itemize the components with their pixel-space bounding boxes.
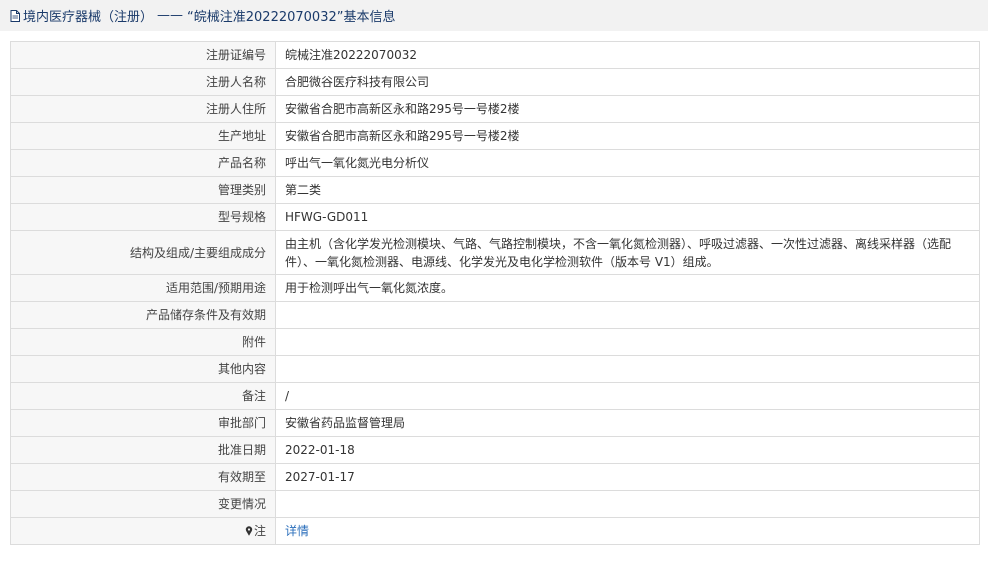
table-row: 有效期至 2027-01-17 [10,463,980,491]
row-label: 其他内容 [10,355,276,383]
title-separator: —— [157,8,184,23]
table-row: 注册证编号 皖械注准20222070032 [10,41,980,69]
table-row: 产品储存条件及有效期 [10,301,980,329]
table-row: 结构及组成/主要组成成分 由主机（含化学发光检测模块、气路、气路控制模块，不含一氧… [10,230,980,275]
row-value: 2022-01-18 [275,436,980,464]
row-label: 适用范围/预期用途 [10,274,276,302]
row-label: 审批部门 [10,409,276,437]
record-title: “皖械注准20222070032”基本信息 [187,10,396,25]
note-value-cell: 详情 [275,517,980,545]
row-value [275,355,980,383]
row-value: 用于检测呼出气一氧化氮浓度。 [275,274,980,302]
note-label-cell: 注 [10,517,276,545]
table-row: 适用范围/预期用途 用于检测呼出气一氧化氮浓度。 [10,274,980,302]
table-row: 注册人住所 安徽省合肥市高新区永和路295号一号楼2楼 [10,95,980,123]
table-row: 审批部门 安徽省药品监督管理局 [10,409,980,437]
table-row: 型号规格 HFWG-GD011 [10,203,980,231]
row-value: 由主机（含化学发光检测模块、气路、气路控制模块，不含一氧化氮检测器）、呼吸过滤器… [275,230,980,275]
info-table: 注册证编号 皖械注准20222070032 注册人名称 合肥微谷医疗科技有限公司 注… [10,41,980,545]
row-label: 产品储存条件及有效期 [10,301,276,329]
table-row: 变更情况 [10,490,980,518]
row-value: 安徽省药品监督管理局 [275,409,980,437]
row-value: 安徽省合肥市高新区永和路295号一号楼2楼 [275,122,980,150]
row-value [275,328,980,356]
row-value: / [275,382,980,410]
row-label: 产品名称 [10,149,276,177]
table-row: 批准日期 2022-01-18 [10,436,980,464]
row-label: 注册人住所 [10,95,276,123]
info-table-container: 注册证编号 皖械注准20222070032 注册人名称 合肥微谷医疗科技有限公司 注… [10,41,980,545]
document-icon [10,9,20,22]
row-value: 呼出气一氧化氮光电分析仪 [275,149,980,177]
page-header: 境内医疗器械（注册） —— “皖械注准20222070032”基本信息 [0,0,988,31]
row-value: HFWG-GD011 [275,203,980,231]
row-label: 生产地址 [10,122,276,150]
row-value: 合肥微谷医疗科技有限公司 [275,68,980,96]
row-value: 皖械注准20222070032 [275,41,980,69]
row-label: 型号规格 [10,203,276,231]
table-row: 附件 [10,328,980,356]
table-row: 其他内容 [10,355,980,383]
row-label: 备注 [10,382,276,410]
row-value: 安徽省合肥市高新区永和路295号一号楼2楼 [275,95,980,123]
note-label: 注 [253,524,266,538]
table-row: 产品名称 呼出气一氧化氮光电分析仪 [10,149,980,177]
row-value: 第二类 [275,176,980,204]
details-link[interactable]: 详情 [285,524,309,538]
row-value [275,490,980,518]
category-title: 境内医疗器械（注册） [23,10,154,25]
row-label: 结构及组成/主要组成成分 [10,230,276,275]
row-label: 有效期至 [10,463,276,491]
table-row: 注册人名称 合肥微谷医疗科技有限公司 [10,68,980,96]
row-label: 注册证编号 [10,41,276,69]
table-row: 生产地址 安徽省合肥市高新区永和路295号一号楼2楼 [10,122,980,150]
row-label: 附件 [10,328,276,356]
table-row: 备注 / [10,382,980,410]
table-row: 管理类别 第二类 [10,176,980,204]
row-label: 注册人名称 [10,68,276,96]
note-row: 注 详情 [10,517,980,545]
row-label: 批准日期 [10,436,276,464]
row-label: 管理类别 [10,176,276,204]
row-value [275,301,980,329]
pin-icon [245,523,253,536]
row-label: 变更情况 [10,490,276,518]
row-value: 2027-01-17 [275,463,980,491]
